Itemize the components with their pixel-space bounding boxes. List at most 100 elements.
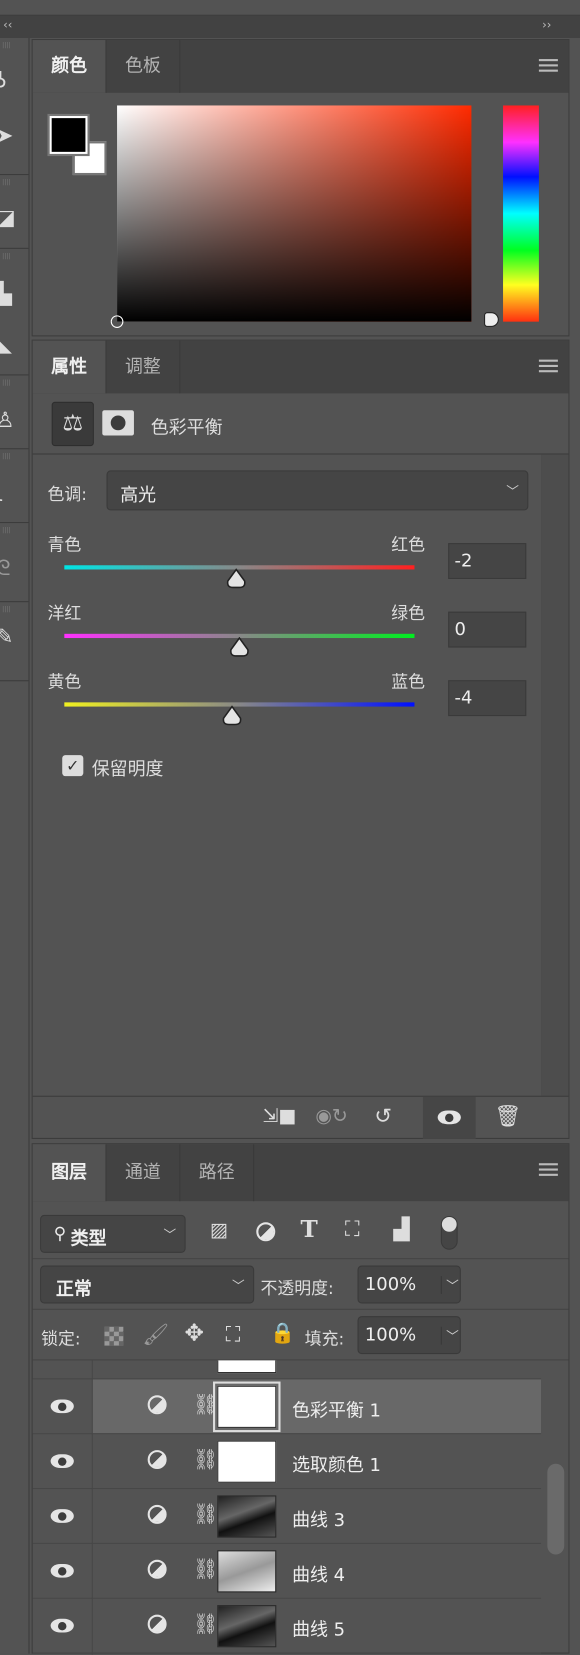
eraser-icon[interactable]: ◣: [0, 331, 12, 356]
layer-filter-row: ⚲ 类型 ﹀ ▨ T ⛶ ▟: [32, 1201, 569, 1260]
tone-value: 高光: [120, 485, 157, 507]
paint-bucket-icon[interactable]: ▙: [0, 281, 12, 306]
properties-panel: 属性 调整 ⚖ 色彩平衡 色调: 高光 ﹀ 青色 红色 -2 洋红 绿色 0 黄色 …: [31, 339, 570, 1139]
chevron-down-icon[interactable]: ﹀: [440, 1326, 459, 1345]
layer-row-partial[interactable]: [32, 1360, 542, 1380]
preserve-luminosity-checkbox[interactable]: ✓: [62, 755, 84, 777]
blend-mode-select[interactable]: 正常 ﹀: [40, 1265, 255, 1304]
tab-channels[interactable]: 通道: [107, 1144, 181, 1202]
slider-right-label: 绿色: [391, 603, 426, 624]
tab-adjustments[interactable]: 调整: [107, 340, 181, 394]
color-balance-icon[interactable]: ⚖: [51, 401, 94, 447]
layer-name: 色彩平衡 1: [292, 1400, 381, 1422]
eyedropper-icon[interactable]: ✎: [0, 623, 13, 648]
tone-select[interactable]: 高光 ﹀: [106, 470, 529, 511]
tools-toolbar: ||||ʖ➤ ||||◪ ||||▙◣ ||||♙ ||||ɩ ||||ᘓ ||…: [0, 37, 30, 1654]
mask-icon[interactable]: [102, 410, 134, 436]
adjustment-title: 色彩平衡: [150, 417, 223, 439]
lock-brush-icon[interactable]: 🖌: [142, 1321, 169, 1346]
filter-toggle[interactable]: [440, 1215, 458, 1250]
chain-link-icon[interactable]: ⛓: [193, 1447, 218, 1471]
color-picker-cursor[interactable]: [110, 315, 124, 328]
chain-link-icon[interactable]: ⛓: [193, 1392, 218, 1416]
trash-icon[interactable]: 🗑: [495, 1103, 522, 1128]
slider-right-label: 红色: [391, 534, 426, 555]
layer-row[interactable]: ⛓ 色彩平衡 1: [32, 1379, 542, 1435]
smart-object-filter-icon[interactable]: ▟: [393, 1216, 409, 1241]
frame-tool-icon[interactable]: ◪: [0, 205, 16, 230]
layer-row[interactable]: ⛓ 曲线 3: [32, 1489, 542, 1544]
view-previous-icon[interactable]: ◉↻: [315, 1105, 347, 1127]
slider-value-input[interactable]: 0: [448, 611, 527, 648]
type-filter-icon[interactable]: T: [301, 1216, 318, 1243]
lock-all-icon[interactable]: 🔒: [270, 1320, 295, 1344]
layer-row[interactable]: ⛓ 曲线 5: [32, 1599, 542, 1654]
slider-value-input[interactable]: -4: [448, 680, 527, 717]
visibility-toggle-button[interactable]: [422, 1096, 476, 1139]
properties-scrollbar[interactable]: [541, 454, 569, 1096]
layer-row[interactable]: ⛓ 选取颜色 1: [32, 1434, 542, 1490]
blend-mode-value: 正常: [55, 1279, 92, 1301]
lock-artboard-icon[interactable]: ⛶: [226, 1321, 241, 1346]
layer-visibility-eye-icon[interactable]: [50, 1618, 74, 1633]
tab-layers[interactable]: 图层: [32, 1144, 107, 1202]
layer-visibility-eye-icon[interactable]: [50, 1563, 74, 1578]
tab-swatches[interactable]: 色板: [107, 40, 181, 93]
layer-row[interactable]: ⛓ 曲线 4: [32, 1544, 542, 1599]
chain-link-icon[interactable]: ⛓: [193, 1502, 218, 1526]
chain-link-icon[interactable]: ⛓: [193, 1557, 218, 1581]
panel-menu-icon[interactable]: [538, 59, 558, 72]
layers-panel: 图层 通道 路径 ⚲ 类型 ﹀ ▨ T ⛶ ▟ 正常 ﹀ 不透明度: 100% …: [31, 1143, 570, 1655]
layers-scrollbar-thumb[interactable]: [547, 1463, 565, 1555]
layer-visibility-eye-icon[interactable]: [50, 1509, 74, 1523]
foreground-color-swatch[interactable]: [47, 113, 90, 157]
layer-visibility-eye-icon[interactable]: [50, 1454, 74, 1469]
top-gap: [0, 0, 580, 16]
adjustment-layer-icon: [147, 1504, 167, 1524]
lock-label: 锁定:: [41, 1328, 81, 1349]
collapse-left-button[interactable]: ‹‹: [3, 18, 12, 32]
clip-to-layer-icon[interactable]: ⇲■: [263, 1105, 297, 1127]
layer-mask-thumbnail[interactable]: [217, 1550, 277, 1593]
layer-mask-thumbnail[interactable]: [217, 1605, 277, 1648]
path-tool-icon[interactable]: ᘓ: [0, 555, 11, 580]
layer-visibility-eye-icon[interactable]: [50, 1399, 74, 1414]
tab-paths[interactable]: 路径: [180, 1144, 255, 1202]
slider-left-label: 黄色: [47, 671, 82, 692]
color-balance-slider-handle[interactable]: [225, 568, 246, 589]
fill-value: 100%: [364, 1324, 417, 1346]
lock-move-icon[interactable]: ✥: [185, 1320, 204, 1346]
color-balance-slider-handle[interactable]: [222, 705, 243, 727]
reset-icon[interactable]: ↺: [374, 1103, 392, 1128]
layer-name: 曲线 4: [292, 1565, 346, 1587]
slider-value-input[interactable]: -2: [448, 543, 527, 579]
panel-menu-icon[interactable]: [538, 1163, 558, 1176]
layer-mask-thumbnail[interactable]: [213, 1381, 281, 1433]
hue-slider[interactable]: [503, 105, 539, 322]
fill-input[interactable]: 100% ﹀: [357, 1316, 461, 1355]
lock-transparent-icon[interactable]: [104, 1326, 124, 1346]
tab-properties[interactable]: 属性: [32, 340, 107, 394]
hue-slider-handle[interactable]: [484, 312, 499, 327]
shape-filter-icon[interactable]: ⛶: [345, 1216, 360, 1241]
panel-menu-icon[interactable]: [538, 359, 558, 373]
type-tool-icon[interactable]: ɩ: [0, 481, 3, 506]
adjustment-filter-icon[interactable]: [256, 1222, 276, 1242]
arrow-tool-icon[interactable]: ➤: [0, 122, 13, 147]
filter-kind-select[interactable]: ⚲ 类型 ﹀: [40, 1214, 186, 1253]
chevron-down-icon[interactable]: ﹀: [440, 1276, 459, 1294]
color-balance-slider-handle[interactable]: [229, 636, 250, 658]
color-field[interactable]: [110, 105, 472, 328]
layers-list: ⛓ 色彩平衡 1 ⛓ 选取颜色 1 ⛓ 曲线 3 ⛓ 曲线 4 ⛓ 曲线 5: [32, 1360, 569, 1655]
collapse-right-button[interactable]: ››: [542, 18, 551, 32]
opacity-input[interactable]: 100% ﹀: [357, 1265, 461, 1304]
chain-link-icon[interactable]: ⛓: [193, 1611, 218, 1635]
pixel-filter-icon[interactable]: ▨: [210, 1219, 228, 1241]
fill-label: 填充:: [304, 1328, 345, 1349]
layer-mask-thumbnail[interactable]: [217, 1495, 277, 1538]
opacity-label: 不透明度:: [260, 1278, 334, 1299]
tab-color[interactable]: 颜色: [32, 40, 107, 93]
stamp-tool-icon[interactable]: ♙: [0, 407, 15, 432]
history-brush-icon[interactable]: ʖ: [0, 67, 7, 92]
layer-mask-thumbnail[interactable]: [217, 1440, 277, 1483]
